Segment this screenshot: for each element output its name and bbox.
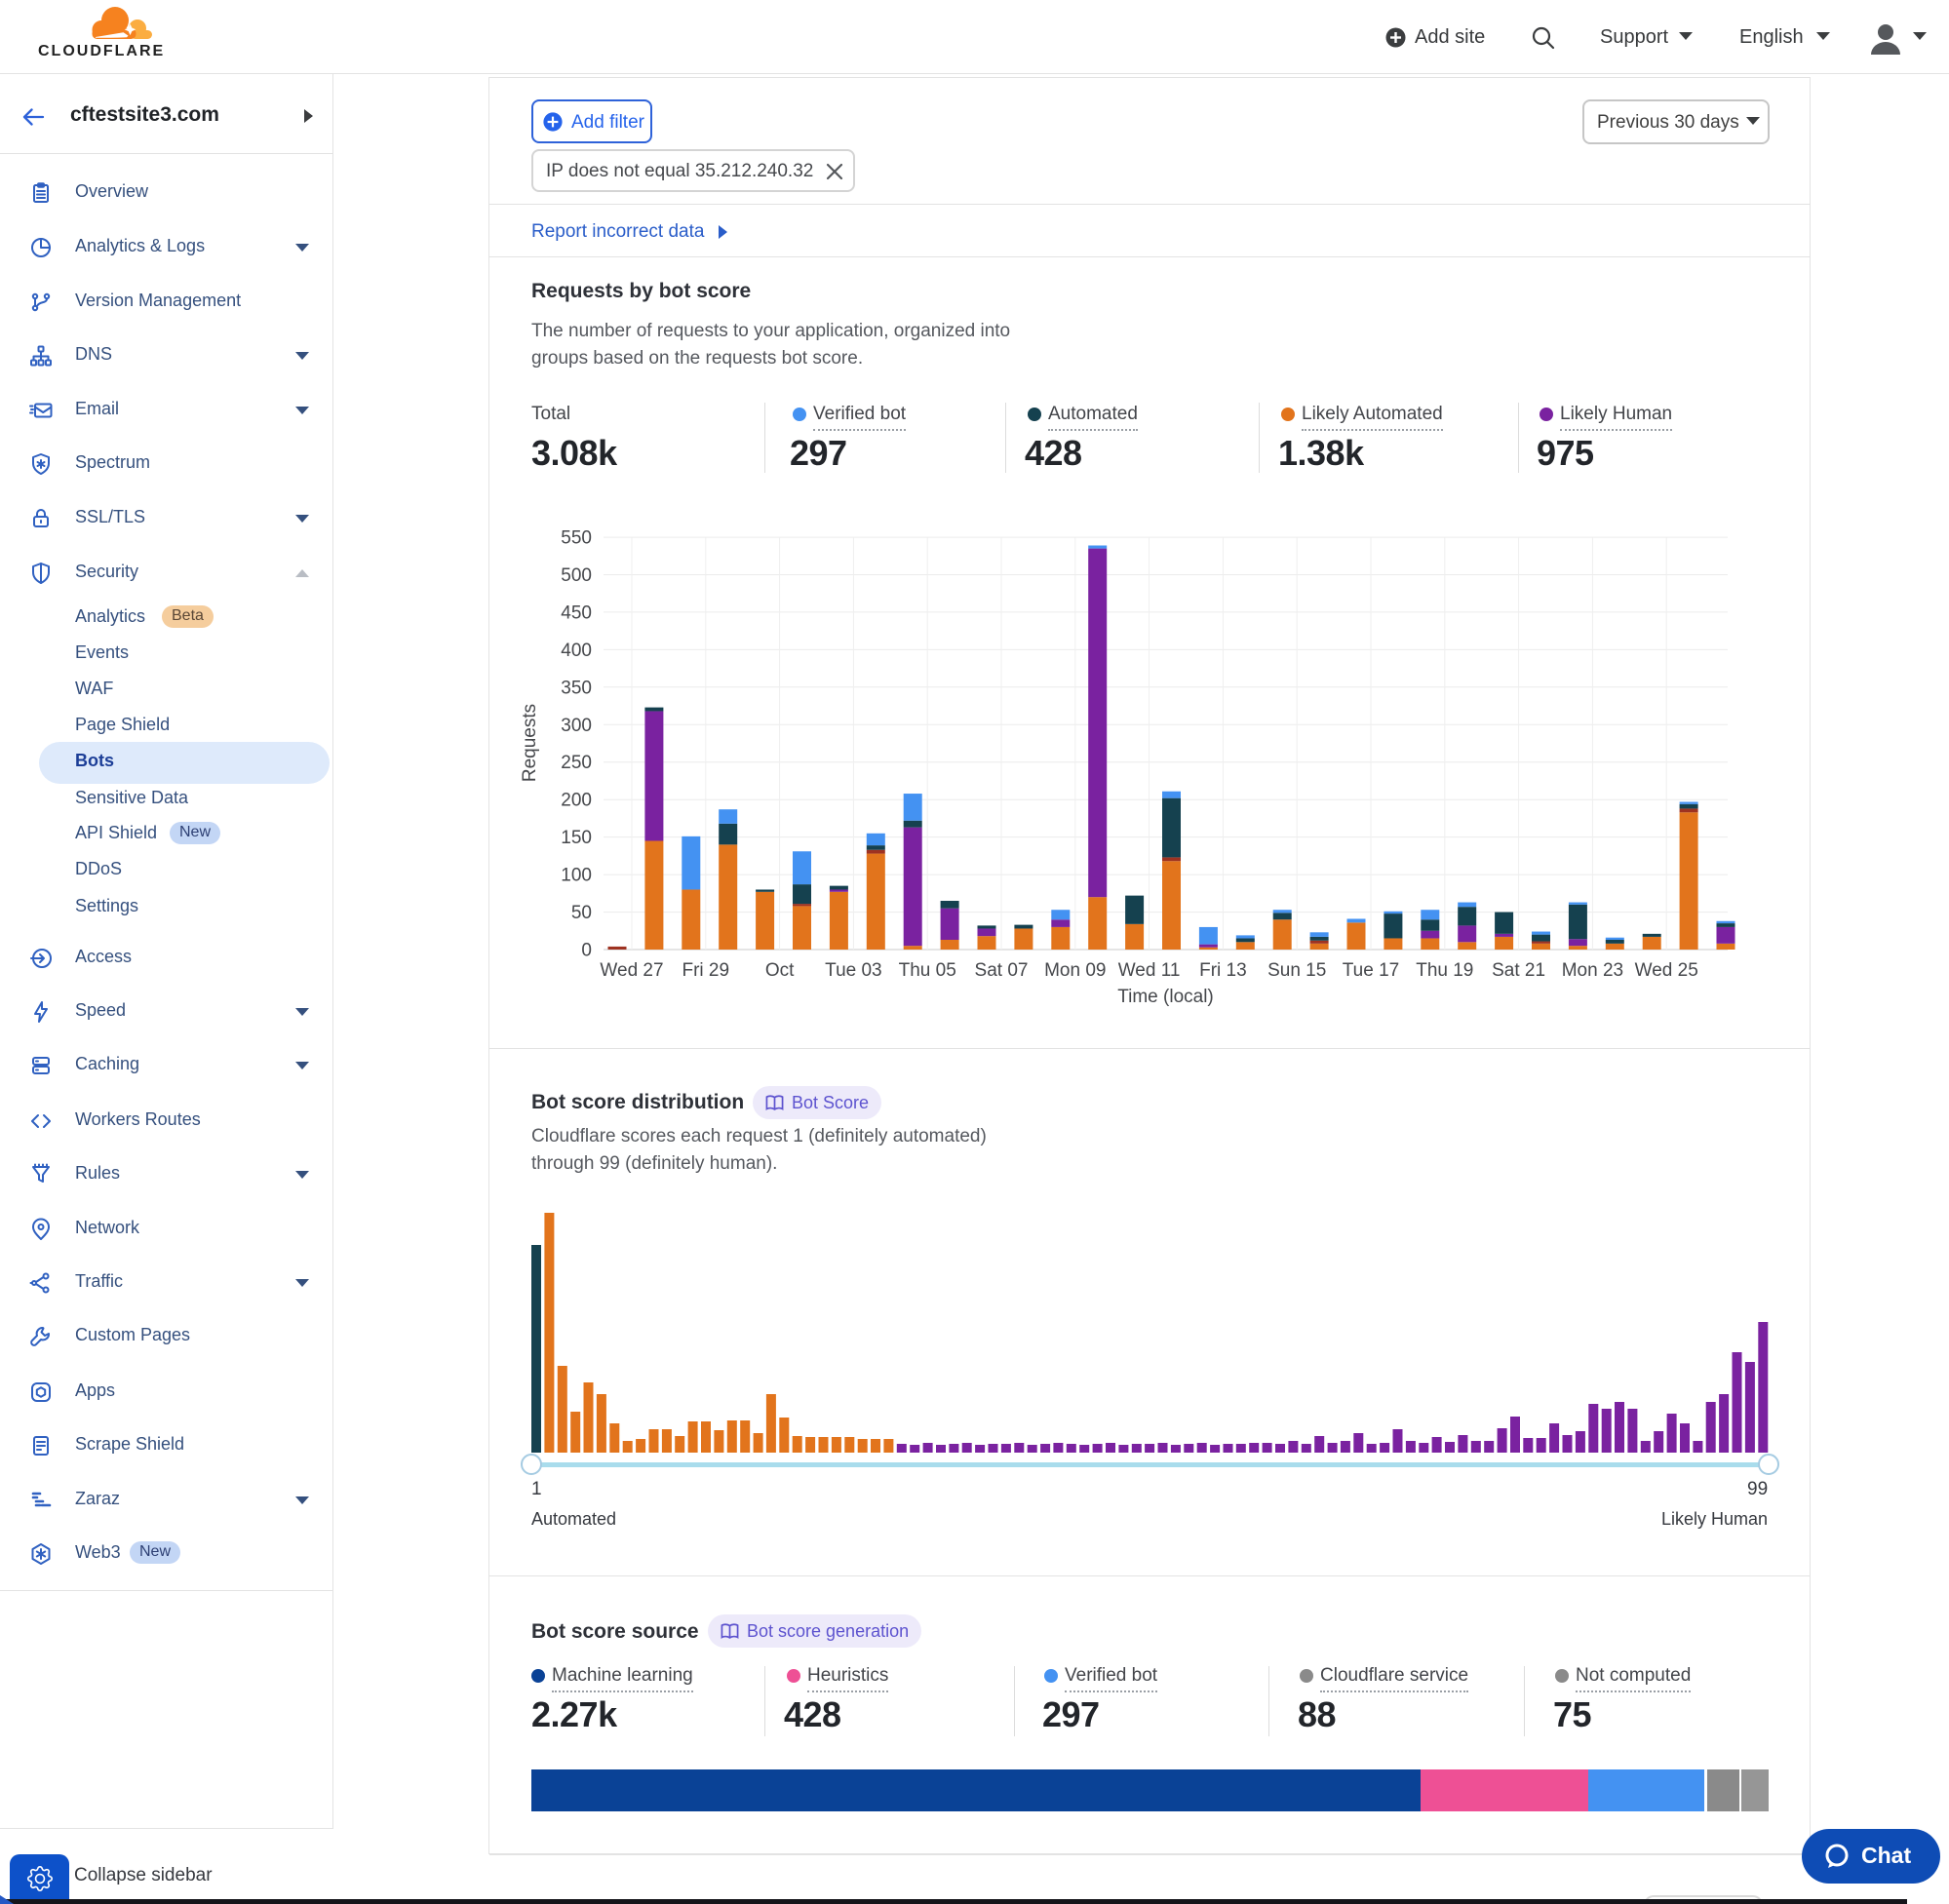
svg-text:Time (local): Time (local) [1117, 987, 1214, 1007]
svg-text:200: 200 [561, 791, 592, 811]
svg-text:250: 250 [561, 753, 592, 773]
svg-text:Sun 15: Sun 15 [1267, 960, 1326, 981]
svg-text:550: 550 [561, 528, 592, 549]
svg-text:Mon 23: Mon 23 [1562, 960, 1623, 981]
svg-text:Fri 13: Fri 13 [1199, 960, 1247, 981]
svg-text:Thu 05: Thu 05 [899, 960, 956, 981]
svg-text:50: 50 [571, 903, 592, 923]
svg-text:450: 450 [561, 602, 592, 623]
svg-text:500: 500 [561, 565, 592, 586]
svg-text:Tue 17: Tue 17 [1343, 960, 1399, 981]
svg-text:Tue 03: Tue 03 [825, 960, 881, 981]
svg-text:Sat 21: Sat 21 [1492, 960, 1545, 981]
svg-text:0: 0 [581, 941, 592, 961]
svg-text:Thu 19: Thu 19 [1416, 960, 1473, 981]
svg-text:Requests: Requests [520, 704, 540, 782]
svg-text:400: 400 [561, 641, 592, 661]
svg-text:150: 150 [561, 828, 592, 848]
svg-text:Oct: Oct [765, 960, 795, 981]
svg-text:Fri 29: Fri 29 [682, 960, 730, 981]
svg-text:100: 100 [561, 866, 592, 886]
svg-text:Wed 25: Wed 25 [1635, 960, 1698, 981]
svg-text:Mon 09: Mon 09 [1044, 960, 1106, 981]
svg-text:350: 350 [561, 678, 592, 698]
svg-text:Wed 27: Wed 27 [600, 960, 663, 981]
svg-text:Sat 07: Sat 07 [975, 960, 1029, 981]
svg-text:Wed 11: Wed 11 [1118, 960, 1181, 981]
svg-text:300: 300 [561, 716, 592, 736]
